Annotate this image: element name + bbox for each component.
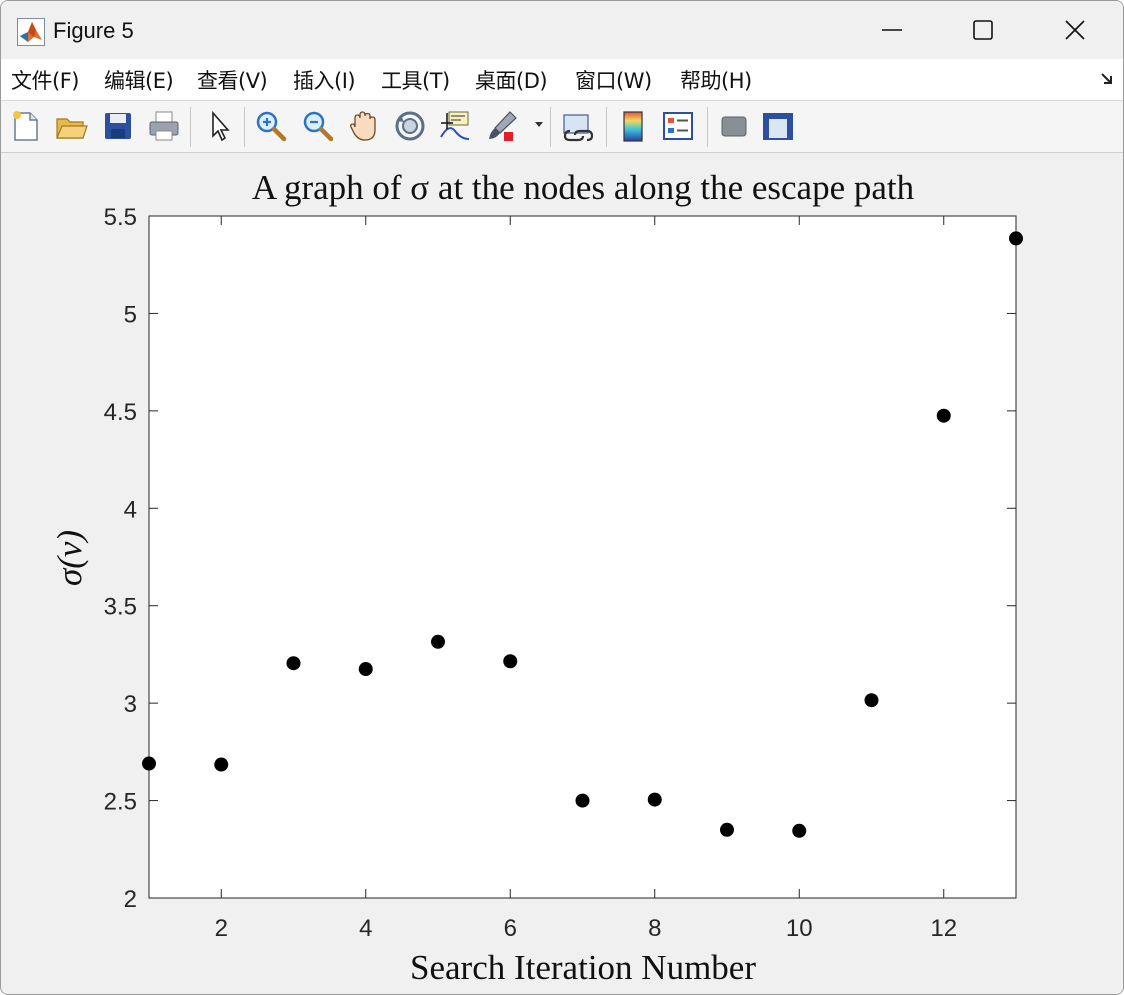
y-tick-label: 4 (124, 496, 137, 523)
menu-insert[interactable]: 插入(I) (293, 65, 356, 95)
chart-title: A graph of σ at the nodes along the esca… (252, 168, 915, 207)
link-plot-icon[interactable] (561, 109, 595, 143)
data-point (864, 693, 879, 708)
data-point (358, 662, 373, 677)
save-icon[interactable] (101, 109, 135, 143)
show-plot-tools-icon[interactable] (761, 109, 795, 143)
data-point (575, 793, 590, 808)
hide-plot-tools-icon[interactable] (717, 109, 751, 143)
data-point (720, 822, 734, 837)
menu-window[interactable]: 窗口(W) (575, 65, 652, 95)
insert-colorbar-icon[interactable] (616, 109, 650, 143)
menu-desktop[interactable]: 桌面(D) (475, 65, 548, 95)
y-axis-label: σ(v) (50, 530, 89, 586)
figure-canvas: 2 4 6 8 10 12 2 2.5 3 3.5 4 4.5 5 5.5 A graph of σ at… (1, 153, 1123, 994)
data-point (431, 634, 445, 649)
data-point (647, 792, 662, 807)
data-point (1009, 231, 1023, 246)
print-icon[interactable] (147, 109, 181, 143)
minimize-button[interactable] (846, 1, 938, 59)
y-tick-label: 4.5 (104, 399, 137, 426)
title-bar: Figure 5 (1, 1, 1123, 59)
y-tick-label: 5 (124, 301, 137, 328)
minimize-icon (882, 29, 902, 31)
insert-legend-icon[interactable] (661, 109, 695, 143)
edit-plot-arrow-icon[interactable] (203, 109, 237, 143)
brush-dropdown-icon[interactable] (534, 121, 544, 129)
y-tick-label: 3 (124, 691, 137, 718)
close-icon (1065, 20, 1085, 40)
toolbar-separator (190, 107, 191, 147)
menu-edit[interactable]: 编辑(E) (104, 65, 174, 95)
data-point (286, 656, 301, 671)
toolbar-separator (707, 107, 708, 147)
data-cursor-icon[interactable] (439, 109, 473, 143)
x-tick-label: 8 (648, 915, 661, 942)
x-tick-label: 6 (504, 915, 517, 942)
new-figure-icon[interactable] (9, 109, 43, 143)
data-point (214, 757, 229, 772)
x-axis-label: Search Iteration Number (410, 948, 756, 987)
y-tick-label: 2.5 (104, 789, 137, 816)
y-tick-label: 2 (124, 886, 137, 913)
matlab-logo-icon (17, 18, 45, 46)
figure-toolbar (1, 101, 1123, 153)
toolbar-separator (606, 107, 607, 147)
menu-help[interactable]: 帮助(H) (680, 65, 752, 95)
dock-arrow-icon[interactable] (1099, 71, 1115, 87)
menu-view[interactable]: 查看(V) (197, 65, 268, 95)
maximize-icon (973, 20, 993, 40)
menu-tools[interactable]: 工具(T) (381, 65, 450, 95)
x-tick-label: 12 (930, 915, 957, 942)
toolbar-separator (244, 107, 245, 147)
zoom-out-icon[interactable] (301, 109, 335, 143)
data-point (792, 823, 807, 838)
data-point (503, 654, 518, 669)
data-point (936, 408, 951, 423)
x-tick-label: 10 (786, 915, 813, 942)
y-tick-label: 3.5 (104, 594, 137, 621)
close-button[interactable] (1029, 1, 1121, 59)
zoom-in-icon[interactable] (254, 109, 288, 143)
menu-bar: 文件(F) 编辑(E) 查看(V) 插入(I) 工具(T) 桌面(D) 窗口(W… (1, 59, 1123, 101)
brush-icon[interactable] (486, 109, 520, 143)
pan-hand-icon[interactable] (347, 109, 381, 143)
data-point (142, 756, 156, 771)
toolbar-separator (550, 107, 551, 147)
menu-file[interactable]: 文件(F) (11, 65, 79, 95)
open-file-icon[interactable] (54, 109, 88, 143)
y-tick-label: 5.5 (104, 204, 137, 231)
scatter-plot[interactable]: 2 4 6 8 10 12 2 2.5 3 3.5 4 4.5 5 5.5 A graph of σ at… (1, 153, 1123, 994)
window-title: Figure 5 (53, 18, 134, 43)
rotate-3d-icon[interactable] (393, 109, 427, 143)
figure-window: Figure 5 文件(F) 编辑(E) 查看(V) 插入(I) 工具(T) 桌… (0, 0, 1124, 995)
x-tick-label: 2 (215, 915, 228, 942)
x-tick-label: 4 (359, 915, 372, 942)
maximize-button[interactable] (937, 1, 1029, 59)
